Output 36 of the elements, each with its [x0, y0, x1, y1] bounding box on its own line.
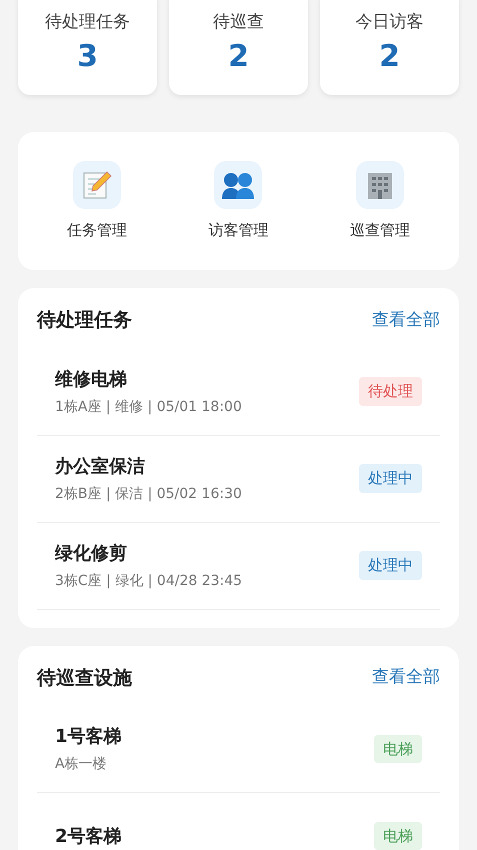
list-item[interactable]: 办公室保洁 2栋B座 | 保洁 | 05/02 16:30 处理中: [37, 436, 440, 522]
item-title: 维修电梯: [55, 368, 128, 392]
stat-card[interactable]: 待巡查 2: [169, 0, 308, 95]
item-title: 绿化修剪: [55, 542, 128, 566]
view-all-link[interactable]: 查看全部: [372, 308, 440, 333]
section-title: 待处理任务: [37, 308, 132, 333]
item-title: 1号客梯: [55, 725, 122, 749]
view-all-link[interactable]: 查看全部: [372, 665, 440, 690]
stat-card[interactable]: 今日访客 2: [320, 0, 459, 95]
shortcut-button[interactable]: 巡查管理: [309, 160, 451, 242]
status-tag: 处理中: [359, 464, 422, 493]
status-tag: 电梯: [374, 822, 422, 850]
status-tag: 电梯: [374, 734, 422, 764]
stat-value: 2: [228, 38, 249, 75]
stat-value: 2: [379, 38, 400, 75]
list-item[interactable]: 维修电梯 1栋A座 | 维修 | 05/01 18:00 待处理: [37, 348, 440, 436]
item-title: 2号客梯: [55, 824, 122, 848]
stat-card[interactable]: 待处理任务 3: [18, 0, 157, 95]
item-meta: A栋一楼: [55, 755, 108, 774]
memo-pencil-icon: [80, 168, 113, 201]
shortcut-button[interactable]: 任务管理: [26, 160, 168, 242]
list-item[interactable]: 1号客梯 A栋一楼 电梯: [37, 706, 440, 793]
status-tag: 处理中: [359, 551, 422, 580]
stat-label: 待处理任务: [45, 11, 130, 34]
item-meta: 2栋B座 | 保洁 | 05/02 16:30: [55, 484, 242, 504]
stat-label: 待巡查: [213, 11, 264, 34]
item-meta: 1栋A座 | 维修 | 05/01 18:00: [55, 398, 242, 416]
stat-label: 今日访客: [356, 11, 424, 34]
status-tag: 待处理: [359, 377, 422, 406]
item-meta: 3栋C座 | 绿化 | 04/28 23:45: [55, 572, 242, 590]
section-title: 待巡查设施: [37, 666, 132, 690]
shortcut-button[interactable]: 访客管理: [168, 160, 310, 242]
list-item[interactable]: 2号客梯 电梯: [37, 793, 440, 850]
item-title: 办公室保洁: [55, 454, 146, 478]
stat-value: 3: [77, 38, 98, 75]
list-item[interactable]: 绿化修剪 3栋C座 | 绿化 | 04/28 23:45 处理中: [37, 522, 440, 610]
